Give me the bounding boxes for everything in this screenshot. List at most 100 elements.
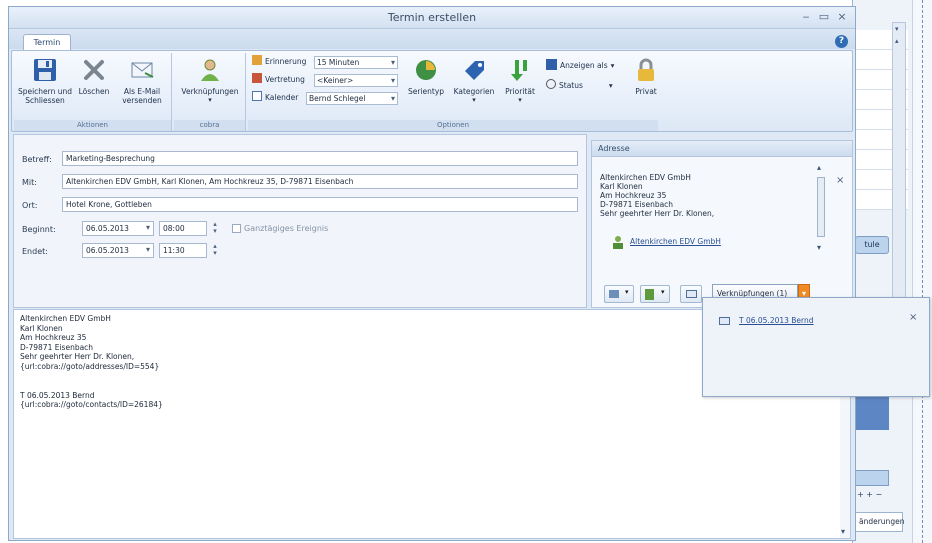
bg-blue-tile: [855, 396, 889, 430]
priority-dropdown-icon[interactable]: ▾: [500, 96, 540, 105]
address-action-dropdown-icon[interactable]: ▾: [625, 288, 629, 296]
scroll-down-icon[interactable]: ▾: [895, 25, 899, 33]
subject-label: Betreff:: [22, 155, 52, 164]
show-as-color-icon: [546, 59, 557, 70]
help-icon[interactable]: ?: [835, 35, 848, 48]
bg-nav-controls[interactable]: + + −: [857, 490, 882, 499]
appointment-form: Betreff: Marketing-Besprechung Mit: Alte…: [13, 134, 587, 308]
status-label: Status: [559, 81, 583, 90]
reminder-select[interactable]: 15 Minuten: [314, 56, 398, 69]
address-panel-header: Adresse: [592, 141, 852, 157]
vcard-button[interactable]: [680, 285, 702, 303]
scroll-thumb[interactable]: [817, 177, 825, 237]
notes-text[interactable]: Altenkirchen EDV GmbH Karl Klonen Am Hoc…: [20, 314, 163, 410]
end-date-dropdown-icon[interactable]: ▾: [146, 245, 150, 254]
maximize-button[interactable]: ▭: [817, 10, 831, 23]
with-label: Mit:: [22, 178, 37, 187]
window-titlebar[interactable]: Termin erstellen: [9, 7, 855, 29]
links-label: Verknüpfungen: [181, 87, 239, 96]
address-action-button[interactable]: ▾: [604, 285, 634, 303]
address-scrollbar[interactable]: ▴ ▾: [816, 163, 826, 253]
popup-close-icon[interactable]: ×: [909, 312, 917, 323]
subject-input[interactable]: Marketing-Besprechung: [62, 151, 578, 166]
reminder-row: Erinnerung: [252, 55, 306, 69]
links-button[interactable]: Verknüpfungen ▾: [176, 57, 244, 105]
categories-dropdown-icon[interactable]: ▾: [450, 96, 498, 105]
recurrence-globe-icon: [416, 60, 436, 80]
end-time-input[interactable]: 11:30: [159, 243, 207, 258]
categories-button[interactable]: Kategorien ▾: [450, 57, 498, 105]
links-dropdown-icon[interactable]: ▾: [176, 96, 244, 105]
scroll-down-icon[interactable]: ▾: [817, 243, 821, 252]
reminder-label: Erinnerung: [265, 57, 307, 66]
tab-termin[interactable]: Termin: [23, 34, 71, 51]
start-date-dropdown-icon[interactable]: ▾: [146, 223, 150, 232]
bell-icon: [252, 55, 262, 65]
linked-appointment-link[interactable]: T 06.05.2013 Bernd: [739, 316, 814, 325]
category-tag-icon: [465, 61, 484, 80]
scroll-up-icon[interactable]: ▴: [895, 37, 899, 45]
start-label: Beginnt:: [22, 225, 56, 234]
show-as-button[interactable]: Anzeigen als ▾: [546, 59, 614, 73]
address-line: D-79871 Eisenbach: [600, 200, 674, 209]
categories-label: Kategorien: [453, 87, 495, 96]
start-date-input[interactable]: 06.05.2013: [82, 221, 154, 236]
address-panel: Adresse Altenkirchen EDV GmbH Karl Klone…: [591, 140, 853, 308]
save-close-button[interactable]: Speichern und Schliessen: [16, 57, 74, 105]
group-label-optionen: Optionen: [248, 120, 658, 131]
address-close-icon[interactable]: ×: [836, 175, 844, 186]
start-time-input[interactable]: 08:00: [159, 221, 207, 236]
with-input[interactable]: Altenkirchen EDV GmbH, Karl Klonen, Am H…: [62, 174, 578, 189]
ribbon: Speichern und Schliessen Löschen Als E-M…: [11, 50, 853, 132]
series-type-button[interactable]: Serientyp: [404, 57, 448, 96]
scroll-down-icon[interactable]: ▾: [841, 527, 845, 536]
location-input[interactable]: Hotel Krone, Gottleben: [62, 197, 578, 212]
ribbon-group-aktionen: Speichern und Schliessen Löschen Als E-M…: [14, 53, 172, 131]
splitter-line: [922, 0, 923, 543]
end-time-spinner-icon[interactable]: ▴ ▾: [210, 243, 220, 258]
close-button[interactable]: ×: [835, 10, 849, 23]
status-button[interactable]: Status ▾: [546, 79, 613, 93]
start-time-spinner-icon[interactable]: ▴ ▾: [210, 221, 220, 236]
bg-module-button[interactable]: tule: [855, 236, 889, 254]
end-date-input[interactable]: 06.05.2013: [82, 243, 154, 258]
company-link-icon: [613, 236, 623, 249]
calendar-select[interactable]: Bernd Schlegel: [306, 92, 398, 105]
send-as-email-button[interactable]: Als E-Mail versenden: [114, 57, 170, 105]
deputy-select[interactable]: <Keiner>: [314, 74, 398, 87]
bg-changes-tab[interactable]: änderungen: [855, 512, 904, 532]
priority-button[interactable]: Priorität ▾: [500, 57, 540, 105]
bg-splitter[interactable]: [912, 0, 932, 543]
ribbon-group-cobra: Verknüpfungen ▾ cobra: [174, 53, 246, 131]
send-as-email-label: Als E-Mail versenden: [122, 87, 162, 105]
minimize-button[interactable]: ‒: [799, 10, 813, 23]
deputy-label: Vertretung: [265, 75, 305, 84]
bg-tool-button[interactable]: [855, 470, 889, 486]
contact-action-dropdown-icon[interactable]: ▾: [661, 288, 665, 296]
allday-checkbox[interactable]: [232, 224, 241, 233]
group-label-cobra: cobra: [174, 120, 245, 131]
address-line: Sehr geehrter Herr Dr. Klonen,: [600, 209, 715, 218]
address-card-icon: [609, 290, 619, 298]
private-button[interactable]: Privat: [628, 57, 664, 96]
allday-label: Ganztägiges Ereignis: [244, 224, 329, 233]
delete-x-icon: [84, 60, 104, 80]
address-text: Altenkirchen EDV GmbH Karl Klonen Am Hoc…: [600, 173, 800, 218]
company-link[interactable]: Altenkirchen EDV GmbH: [630, 237, 721, 246]
show-as-dropdown-icon[interactable]: ▾: [611, 61, 615, 70]
delete-button[interactable]: Löschen: [76, 57, 112, 96]
deputy-icon: [252, 73, 262, 83]
scroll-up-icon[interactable]: ▴: [817, 163, 821, 172]
window-title: Termin erstellen: [387, 11, 477, 24]
ribbon-tab-strip: [9, 29, 855, 49]
address-line: Am Hochkreuz 35: [600, 191, 667, 200]
bg-scrollbar[interactable]: ▾ ▴: [892, 22, 906, 302]
address-line: Altenkirchen EDV GmbH: [600, 173, 691, 182]
vcard-icon: [686, 290, 697, 298]
calendar-icon: [252, 91, 262, 101]
clock-icon: [546, 79, 556, 89]
status-dropdown-icon[interactable]: ▾: [609, 81, 613, 90]
contact-action-button[interactable]: ▾: [640, 285, 670, 303]
ribbon-group-optionen: Erinnerung 15 Minuten Vertretung <Keiner…: [248, 53, 852, 131]
person-links-icon: [201, 59, 219, 81]
